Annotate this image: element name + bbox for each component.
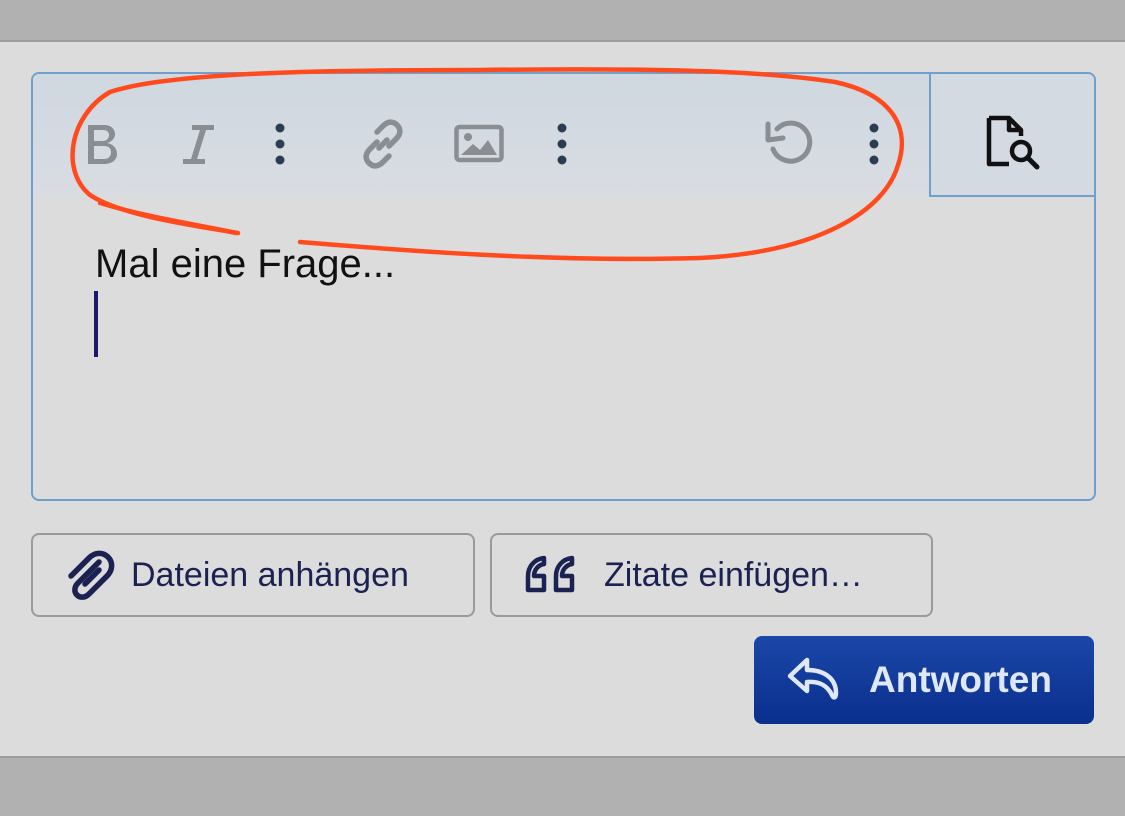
attach-files-label: Dateien anhängen: [131, 555, 409, 594]
more-options-button[interactable]: [859, 114, 889, 174]
message-editor[interactable]: Mal eine Frage...: [31, 72, 1096, 501]
undo-button[interactable]: [761, 114, 817, 174]
more-formatting-button[interactable]: [265, 114, 295, 174]
document-search-icon: [986, 115, 1040, 170]
italic-button[interactable]: [173, 114, 223, 174]
more-vertical-icon: [869, 123, 879, 165]
insert-quotes-button[interactable]: Zitate einfügen…: [490, 533, 933, 617]
paperclip-icon: [68, 550, 115, 600]
link-button[interactable]: [355, 114, 411, 174]
image-icon: [454, 124, 504, 163]
more-vertical-icon: [557, 123, 567, 165]
insert-quotes-label: Zitate einfügen…: [604, 555, 863, 594]
preview-toggle[interactable]: [929, 74, 1094, 197]
bold-icon: [88, 125, 117, 164]
text-caret: [94, 291, 98, 357]
bottom-band: [0, 756, 1125, 816]
attach-files-button[interactable]: Dateien anhängen: [31, 533, 475, 617]
bold-button[interactable]: [77, 114, 127, 174]
editor-toolbar: [33, 74, 929, 197]
quote-icon: [525, 555, 575, 593]
more-insert-button[interactable]: [547, 114, 577, 174]
link-icon: [363, 119, 403, 169]
undo-icon: [765, 120, 813, 164]
more-vertical-icon: [275, 123, 285, 165]
top-band: [0, 0, 1125, 42]
editor-content-text: Mal eine Frage...: [95, 242, 396, 286]
reply-button[interactable]: Antworten: [754, 636, 1094, 724]
italic-icon: [183, 125, 214, 164]
reply-icon: [787, 657, 839, 700]
reply-label: Antworten: [869, 659, 1052, 700]
image-button[interactable]: [451, 114, 507, 174]
